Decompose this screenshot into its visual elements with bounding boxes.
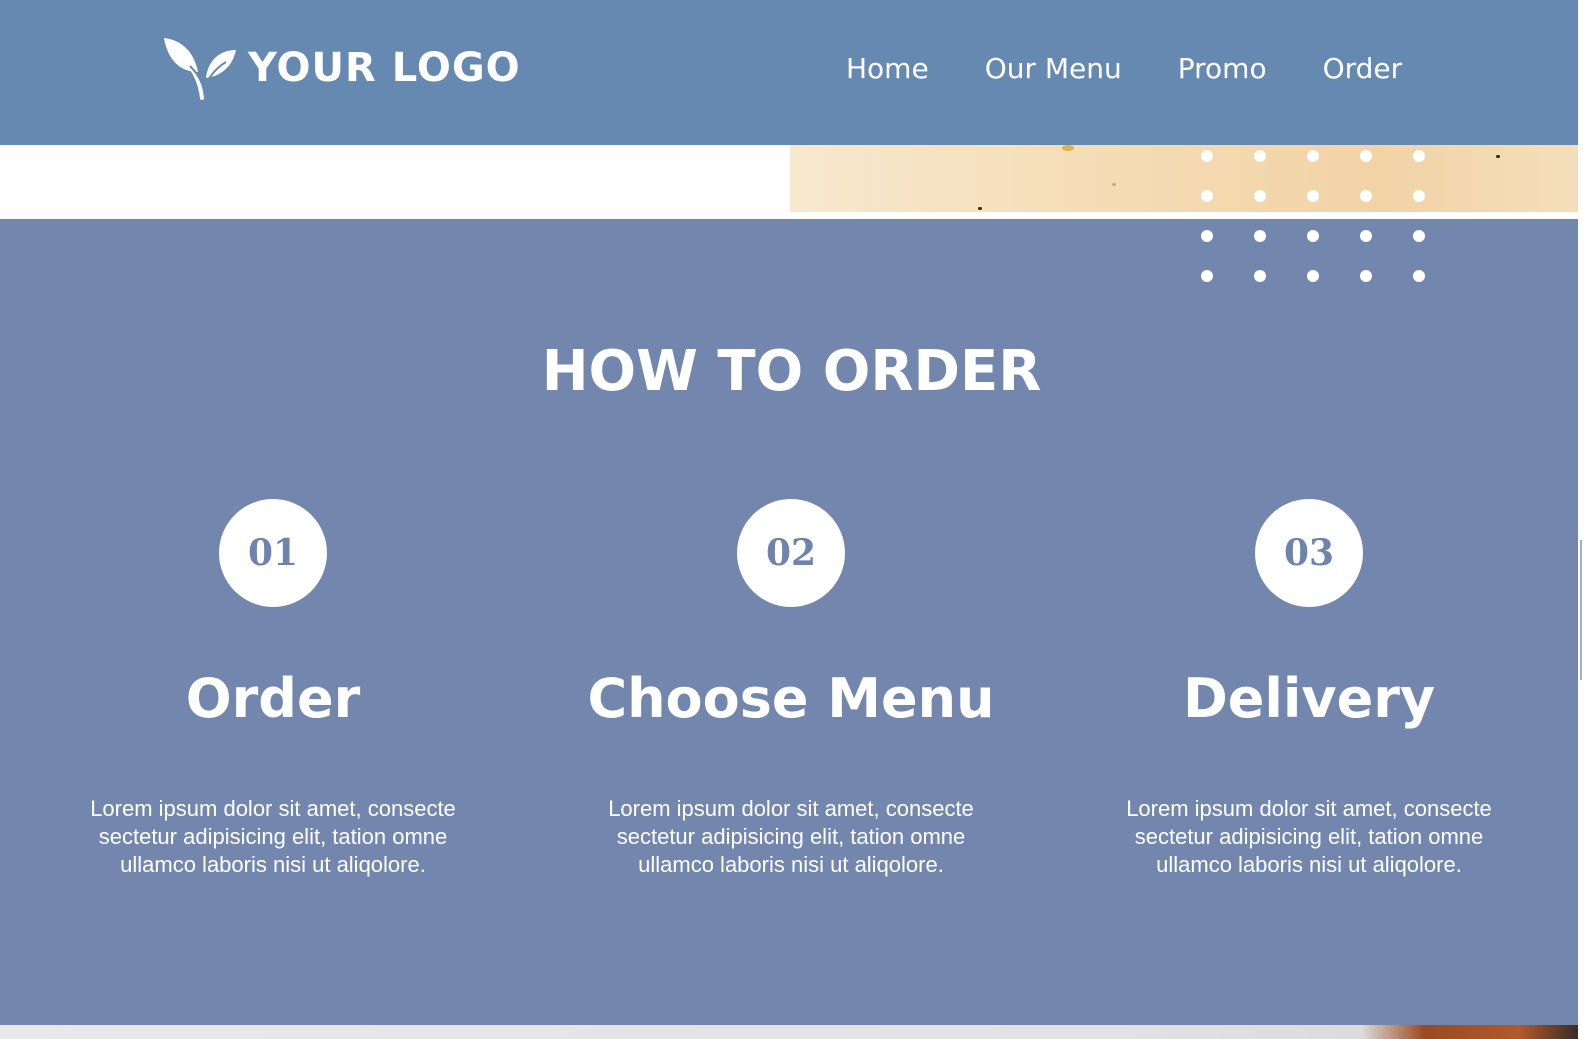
dot [1413,270,1425,282]
how-to-order-section: HOW TO ORDER 01 Order Lorem ipsum dolor … [0,219,1583,1025]
crumb [1496,155,1500,158]
nav-home[interactable]: Home [846,52,929,85]
logo-text: YOUR LOGO [248,45,521,91]
step-number-badge: 01 [219,499,327,607]
dot [1254,270,1266,282]
dot [1413,150,1425,162]
step-description: Lorem ipsum dolor sit amet, consecte sec… [608,796,974,877]
step-title: Choose Menu [587,667,995,730]
dot [1360,270,1372,282]
nav-promo[interactable]: Promo [1178,52,1267,85]
step-card: 01 Order Lorem ipsum dolor sit amet, con… [13,499,533,879]
food-image-strip [790,145,1580,212]
dot [1254,150,1266,162]
dot [1201,270,1213,282]
decorative-dot-grid [1201,150,1425,282]
dot [1201,190,1213,202]
crumb [1112,183,1116,186]
dot [1360,190,1372,202]
dot [1201,230,1213,242]
dot [1413,190,1425,202]
dot [1360,150,1372,162]
dot [1307,190,1319,202]
scrollbar-track[interactable] [1578,0,1583,1039]
nav-our-menu[interactable]: Our Menu [985,52,1122,85]
crumb [1062,145,1074,151]
step-card: 03 Delivery Lorem ipsum dolor sit amet, … [1049,499,1569,879]
crumb [978,207,982,210]
dot [1307,270,1319,282]
step-title: Delivery [1182,667,1436,730]
white-strip [0,145,790,217]
nav-order[interactable]: Order [1323,52,1403,85]
next-section-preview [0,1025,1583,1039]
step-description: Lorem ipsum dolor sit amet, consecte sec… [1126,796,1492,877]
leaf-icon [164,38,236,100]
step-description: Lorem ipsum dolor sit amet, consecte sec… [90,796,456,877]
section-title: HOW TO ORDER [541,339,1042,404]
dot [1360,230,1372,242]
step-number-badge: 02 [737,499,845,607]
scrollbar-thumb[interactable] [1580,540,1582,680]
step-card: 02 Choose Menu Lorem ipsum dolor sit ame… [531,499,1051,879]
main-nav: Home Our Menu Promo Order [846,52,1402,85]
dot [1307,230,1319,242]
dot [1413,230,1425,242]
dot [1254,190,1266,202]
dot [1254,230,1266,242]
dot [1307,150,1319,162]
dot [1201,150,1213,162]
step-title: Order [185,667,361,730]
site-header: YOUR LOGO Home Our Menu Promo Order [0,0,1583,145]
step-number-badge: 03 [1255,499,1363,607]
logo[interactable]: YOUR LOGO [160,36,521,100]
